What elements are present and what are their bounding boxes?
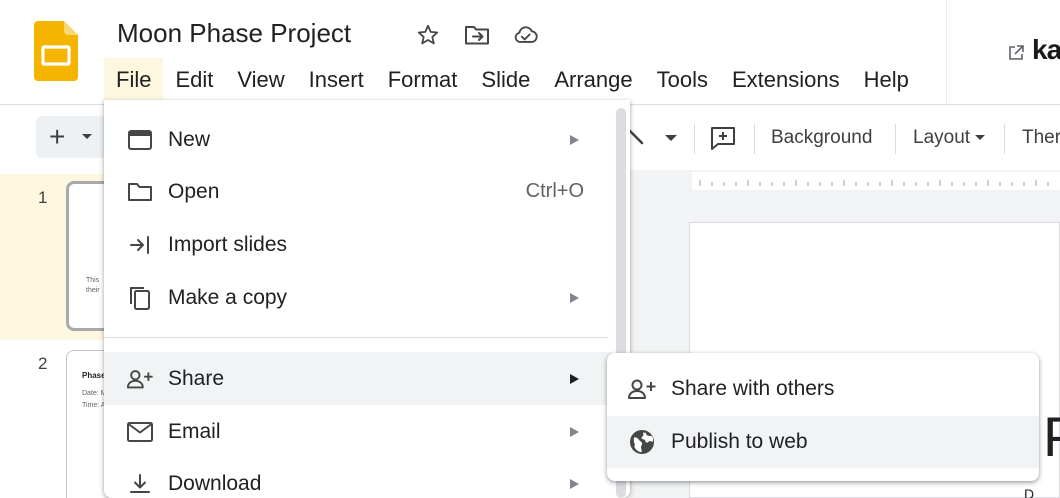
slide-body-text[interactable]: D [1024,486,1034,498]
file-menu-open[interactable]: Open Ctrl+O [104,165,612,218]
line-tool-button[interactable] [630,118,678,158]
menu-format[interactable]: Format [376,58,470,102]
file-menu: New Open Ctrl+O Import slides Make a cop… [104,100,630,498]
file-menu-make-a-copy[interactable]: Make a copy [104,271,612,324]
file-menu-new[interactable]: New [104,113,612,166]
menu-item-label: Import slides [168,232,288,256]
add-comment-icon [711,127,735,150]
thumb-text: This [86,277,100,284]
menu-tools[interactable]: Tools [645,58,720,102]
thumb-text: their [86,287,100,294]
toolbar-separator [1004,124,1005,154]
person-add-icon [627,374,657,404]
file-menu-share[interactable]: Share [104,352,612,405]
toolbar-separator [694,124,695,154]
filmstrip-row-2: 2 Phase Date: M Time: A [0,340,126,498]
thumb-text: Date: M [82,390,107,397]
filmstrip-row-1: 1 This their [0,174,126,340]
submenu-arrow-icon [570,292,579,303]
menu-arrange[interactable]: Arrange [542,58,644,102]
import-icon [126,231,154,259]
extension-brand-logo[interactable]: ka [1032,34,1060,66]
slide-number: 1 [38,188,48,207]
background-button[interactable]: Background [771,118,872,158]
move-to-folder-icon[interactable] [464,22,490,48]
slide-title-text[interactable]: P [1043,404,1060,469]
document-title[interactable]: Moon Phase Project [117,18,351,49]
horizontal-ruler[interactable] [692,172,1060,190]
submenu-arrow-icon [570,426,579,437]
menu-view[interactable]: View [225,58,296,102]
menu-insert[interactable]: Insert [297,58,376,102]
slide-number: 2 [38,354,48,373]
layout-button[interactable]: Layout [913,118,986,158]
globe-icon [627,427,657,457]
menu-item-label: Download [168,471,262,495]
copy-icon [126,284,154,312]
menu-divider [104,337,608,338]
menu-item-label: Share [168,366,225,390]
chevron-down-icon [975,135,986,140]
line-icon [630,129,677,145]
folder-icon [126,178,154,206]
plus-icon: + [49,121,66,152]
new-slide-button[interactable]: + [36,116,106,158]
menu-extensions[interactable]: Extensions [720,58,852,102]
shortcut-text: Ctrl+O [525,180,584,202]
menu-slide[interactable]: Slide [469,58,542,102]
download-icon [126,470,154,498]
file-menu-import-slides[interactable]: Import slides [104,218,612,271]
menu-item-label: New [168,127,211,151]
thumb-text: Time: A [82,402,106,409]
toolbar-separator [754,124,755,154]
menu-item-label: Make a copy [168,285,288,309]
theme-button[interactable]: Ther [1022,118,1060,158]
share-submenu: Share with others Publish to web [607,353,1039,481]
slides-icon [126,126,154,154]
person-add-icon [126,365,154,393]
menu-file[interactable]: File [104,58,164,102]
menu-help[interactable]: Help [852,58,921,102]
mail-icon [126,418,154,446]
submenu-arrow-icon [570,478,579,489]
submenu-arrow-icon [570,134,579,145]
menu-item-label: Open [168,179,220,203]
add-comment-button[interactable] [709,118,737,158]
external-link-icon[interactable] [1007,44,1025,67]
submenu-item-label: Share with others [671,377,835,400]
app-header: Moon Phase Project File Edit View Insert… [0,0,1060,105]
cloud-saved-icon[interactable] [513,22,539,48]
slides-logo-icon[interactable] [34,21,78,81]
menu-edit[interactable]: Edit [163,58,225,102]
file-menu-email[interactable]: Email [104,405,612,458]
file-menu-download[interactable]: Download [104,457,612,498]
star-icon[interactable] [415,22,441,48]
thumb-title: Phase [82,371,106,380]
layout-label: Layout [913,127,971,148]
publish-to-web-item[interactable]: Publish to web [607,416,1039,468]
submenu-arrow-icon [570,373,579,384]
share-with-others-item[interactable]: Share with others [607,363,1039,415]
slide-filmstrip: 1 This their 2 Phase Date: M Time: A [0,170,126,498]
toolbar-separator [895,124,896,154]
menubar: File Edit View Insert Format Slide Arran… [104,58,921,102]
chevron-down-icon [82,134,93,139]
menu-item-label: Email [168,419,221,443]
submenu-item-label: Publish to web [671,430,808,453]
